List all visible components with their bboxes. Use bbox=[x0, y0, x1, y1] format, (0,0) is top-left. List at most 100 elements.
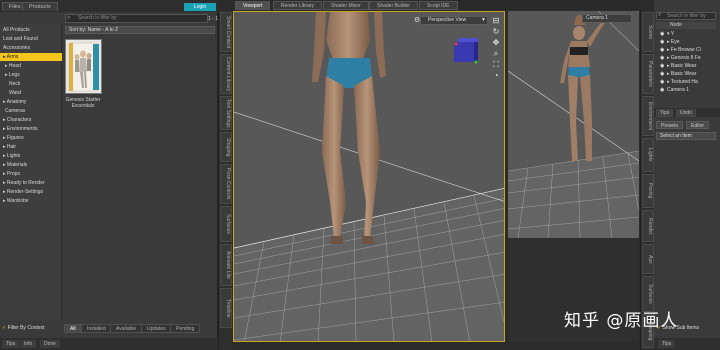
tree-item-figures[interactable]: ▸ Figures bbox=[0, 134, 62, 142]
side-tab-aux[interactable]: Aux bbox=[642, 244, 654, 274]
tree-item-props[interactable]: ▸ Props bbox=[0, 170, 62, 178]
product-label: Genesis Starter Essentials bbox=[65, 97, 101, 109]
side-tab-smart-content[interactable]: Smart Content bbox=[220, 12, 232, 52]
scene-panel-tabs: Tips Undo bbox=[654, 108, 720, 117]
scene-node-label: ▸ Basic Wear bbox=[667, 63, 697, 69]
side-tab-posing[interactable]: Posing bbox=[642, 174, 654, 208]
category-tree: All Products Lost and Found Accessories … bbox=[0, 24, 62, 320]
tab-editor[interactable]: Editor bbox=[686, 121, 710, 129]
tab-tips[interactable]: Tips bbox=[656, 109, 674, 117]
tree-item-neck[interactable]: Neck bbox=[0, 80, 62, 88]
tree-item-ready-to-render[interactable]: ▸ Ready to Render bbox=[0, 179, 62, 187]
aux-camera-select[interactable]: Camera 1 bbox=[582, 14, 632, 23]
watermark: 知乎 @原画人 bbox=[564, 311, 679, 331]
scene-node-row[interactable]: ◉ ▸ Basic Wear bbox=[656, 62, 716, 70]
library-search-input[interactable]: Search in filter by bbox=[65, 14, 208, 23]
tab-pending[interactable]: Pending bbox=[170, 324, 201, 333]
filter-by-context-checkbox[interactable]: ✓ Filter By Context bbox=[2, 325, 45, 331]
scene-footer-tips-button[interactable]: Tips bbox=[658, 340, 676, 348]
side-tab-environment[interactable]: Environment bbox=[642, 96, 654, 136]
footer-tips-button[interactable]: Tips bbox=[2, 340, 20, 348]
library-sort-select[interactable]: Sort by: Name - A to Z bbox=[65, 26, 215, 34]
eye-icon[interactable]: ◉ bbox=[660, 62, 667, 70]
tab-render-library[interactable]: Render Library bbox=[273, 1, 323, 10]
side-tab-animate-lite[interactable]: Animate Lite bbox=[220, 244, 232, 286]
tab-installed[interactable]: Installed bbox=[81, 324, 112, 333]
tree-item-environments[interactable]: ▸ Environments bbox=[0, 125, 62, 133]
main-viewport[interactable] bbox=[233, 11, 505, 342]
side-tab-pose-controls[interactable]: Pose Controls bbox=[220, 164, 232, 204]
eye-icon[interactable]: ◉ bbox=[660, 86, 667, 94]
side-tab-surfaces[interactable]: Surfaces bbox=[220, 206, 232, 242]
tab-shader-builder[interactable]: Shader Builder bbox=[369, 1, 419, 10]
scene-node-row[interactable]: ◉ ▸ Fe Browse Cl bbox=[656, 46, 716, 54]
tab-undo[interactable]: Undo bbox=[676, 109, 696, 117]
tab-updates[interactable]: Updates bbox=[141, 324, 172, 333]
tree-item-characters[interactable]: ▸ Characters bbox=[0, 116, 62, 124]
tree-item-hair[interactable]: ▸ Hair bbox=[0, 143, 62, 151]
eye-icon[interactable]: ◉ bbox=[660, 54, 667, 62]
aux-scene-render bbox=[508, 11, 639, 238]
library-count: 1 - 1 bbox=[208, 16, 219, 22]
scene-node-row[interactable]: ◉ ▸ Eye bbox=[656, 38, 716, 46]
eye-icon[interactable]: ◉ bbox=[660, 46, 667, 54]
eye-icon[interactable]: ◉ bbox=[660, 78, 667, 86]
camera-view-select[interactable]: Perspective View bbox=[420, 16, 488, 25]
tree-item-lights[interactable]: ▸ Lights bbox=[0, 152, 62, 160]
tree-item-legs[interactable]: ▸ Legs bbox=[0, 71, 62, 79]
side-tab-parameters[interactable]: Parameters bbox=[642, 54, 654, 94]
tree-item-head[interactable]: ▸ Head bbox=[0, 62, 62, 70]
preset-select[interactable]: Select an Item bbox=[656, 132, 716, 140]
side-tab-tool-settings[interactable]: Tool Settings bbox=[220, 96, 232, 130]
viewport-nav-tools: ⊟ ↻ ✥ ⌕ ⛶ ◔ bbox=[489, 16, 503, 86]
viewport-tabbar: Viewport Render Library Shader Mixer Sha… bbox=[233, 0, 639, 10]
tree-item-arms[interactable]: ▸ Arms bbox=[0, 53, 62, 61]
tab-all[interactable]: All bbox=[64, 324, 82, 333]
eye-icon[interactable]: ◉ bbox=[660, 70, 667, 78]
scene-node-row[interactable]: ◉ ▸ Basic Wear bbox=[656, 70, 716, 78]
footer-done-button[interactable]: Done bbox=[40, 340, 60, 348]
zoom-icon[interactable]: ⌕ bbox=[491, 49, 501, 59]
product-thumbnail[interactable] bbox=[65, 39, 102, 94]
side-tab-shaping[interactable]: Shaping bbox=[220, 132, 232, 162]
tab-presets[interactable]: Presets bbox=[656, 121, 683, 129]
right-side-tab-strip: Scene Parameters Environment Lights Posi… bbox=[640, 10, 654, 350]
tree-item-anatomy[interactable]: ▸ Anatomy bbox=[0, 98, 62, 106]
orbit-icon[interactable]: ◔ bbox=[491, 71, 501, 81]
viewport-options-icon[interactable]: ⚙ bbox=[414, 16, 420, 24]
tree-item-materials[interactable]: ▸ Materials bbox=[0, 161, 62, 169]
footer-info-button[interactable]: Info bbox=[20, 340, 37, 348]
tab-products[interactable]: Products bbox=[22, 2, 58, 11]
scene-node-row[interactable]: ◉ Camera 1 bbox=[656, 86, 716, 94]
tab-shader-mixer[interactable]: Shader Mixer bbox=[323, 1, 369, 10]
tab-viewport[interactable]: Viewport bbox=[235, 1, 271, 10]
tree-item-render-settings[interactable]: ▸ Render-Settings bbox=[0, 188, 62, 196]
tab-available[interactable]: Available bbox=[110, 324, 143, 333]
scene-node-row[interactable]: ◉ ▸ Genesis 8 Fe bbox=[656, 54, 716, 62]
tree-item-accessories[interactable]: Accessories bbox=[0, 44, 62, 52]
aux-viewport[interactable] bbox=[508, 11, 639, 238]
login-button[interactable]: Login bbox=[184, 3, 216, 11]
tree-item-wardrobe[interactable]: ▸ Wardrobe bbox=[0, 197, 62, 205]
tree-item-cameras[interactable]: Cameras bbox=[0, 107, 62, 115]
scene-search-input[interactable]: Search in filter by bbox=[656, 12, 716, 20]
tree-item-all-products[interactable]: All Products bbox=[0, 26, 62, 34]
eye-icon[interactable]: ◉ bbox=[660, 30, 667, 38]
rotate-icon[interactable]: ↻ bbox=[491, 27, 501, 37]
eye-icon[interactable]: ◉ bbox=[660, 38, 667, 46]
tab-script-ide[interactable]: Script IDE bbox=[419, 1, 458, 10]
side-tab-content-library[interactable]: Content Library bbox=[220, 54, 232, 94]
tree-item-lost-and-found[interactable]: Lost and Found bbox=[0, 35, 62, 43]
tree-item-waist[interactable]: Waist bbox=[0, 89, 62, 97]
side-tab-timeline[interactable]: Timeline bbox=[220, 288, 232, 328]
side-tab-lights[interactable]: Lights bbox=[642, 138, 654, 172]
pan-icon[interactable]: ✥ bbox=[491, 38, 501, 48]
arrange-icon[interactable]: ⊟ bbox=[491, 16, 501, 26]
scene-node-row[interactable]: ◉ ▾ Y bbox=[656, 30, 716, 38]
scene-node-row[interactable]: ◉ ▸ Textured Ha bbox=[656, 78, 716, 86]
frame-icon[interactable]: ⛶ bbox=[491, 60, 501, 70]
scene-node-label: ▾ Y bbox=[667, 31, 675, 37]
side-tab-scene[interactable]: Scene bbox=[642, 12, 654, 52]
side-tab-render[interactable]: Render bbox=[642, 210, 654, 242]
search-icon: ⌕ bbox=[67, 15, 71, 21]
